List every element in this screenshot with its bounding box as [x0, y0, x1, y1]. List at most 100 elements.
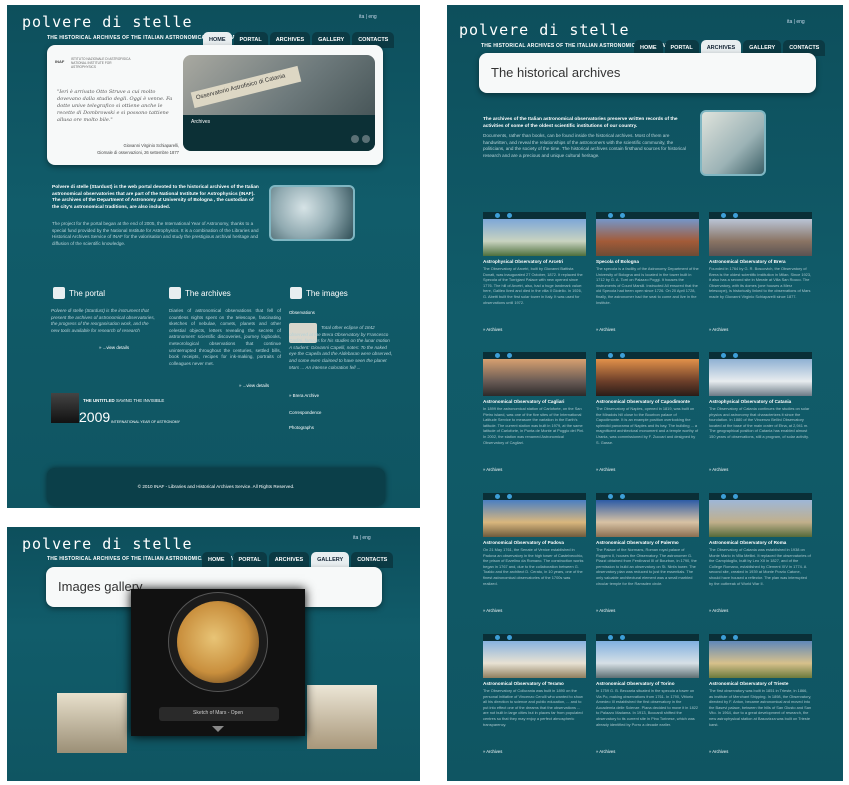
- observatory-description: The Palace of the Normans, Roman royal p…: [596, 547, 697, 586]
- observatory-card[interactable]: Astronomical Observatory of Roma The Obse…: [709, 493, 812, 613]
- brera-archive-link[interactable]: » Brera Archive: [289, 393, 319, 398]
- observatory-card[interactable]: Astrophysical Observatory of Catania The …: [709, 352, 812, 472]
- observatory-archives-link[interactable]: » Archives: [709, 749, 812, 754]
- home-page-screenshot: polvere di stelle THE HISTORICAL ARCHIVE…: [7, 5, 420, 508]
- observatory-card[interactable]: Astronomical Observatory of Brera Founded…: [709, 212, 812, 332]
- observatory-title[interactable]: Specola of Bologna: [596, 259, 699, 264]
- observatory-title[interactable]: Astronomical Observatory of Capodimonte: [596, 399, 699, 404]
- observatory-card[interactable]: Astronomical Observatory of Torino In 175…: [596, 634, 699, 754]
- book-left-image[interactable]: [57, 693, 127, 753]
- observatory-title[interactable]: Astronomical Observatory of Palermo: [596, 540, 699, 545]
- observatory-archives-link[interactable]: » Archives: [709, 467, 812, 472]
- lang-eng[interactable]: eng: [368, 14, 376, 20]
- star-icon: [721, 494, 726, 499]
- observatory-card[interactable]: Astronomical Observatory of Capodimonte T…: [596, 352, 699, 472]
- hero-slide[interactable]: Osservatorio Astrofisico di Catania Arch…: [183, 55, 375, 151]
- observatory-card[interactable]: Astronomical Observatory of Trieste The f…: [709, 634, 812, 754]
- observatory-archives-link[interactable]: » Archives: [596, 467, 699, 472]
- images-observations[interactable]: Observations: [289, 310, 315, 315]
- observatory-photo[interactable]: [709, 500, 812, 537]
- observatory-photo[interactable]: [596, 359, 699, 396]
- mars-sketch-image[interactable]: [177, 601, 259, 683]
- archives-more-link[interactable]: » ...view details: [239, 383, 269, 388]
- card-icon-bar: [596, 212, 699, 219]
- archives-intro-photo: [700, 110, 766, 176]
- observatory-title[interactable]: Astronomical Observatory of Brera: [709, 259, 812, 264]
- chevron-down-icon[interactable]: [212, 726, 224, 732]
- observatory-card[interactable]: Astronomical Observatory of Teramo The Ob…: [483, 634, 586, 754]
- star-icon: [507, 494, 512, 499]
- observatory-archives-link[interactable]: » Archives: [596, 749, 699, 754]
- observatory-card[interactable]: Astronomical Observatory of Cagliari In 1…: [483, 352, 586, 472]
- observatory-photo[interactable]: [709, 359, 812, 396]
- nav-portal[interactable]: PORTAL: [232, 552, 267, 568]
- star-icon: [608, 635, 613, 640]
- nav-archives[interactable]: ARCHIVES: [268, 552, 310, 568]
- observatory-archives-link[interactable]: » Archives: [483, 749, 586, 754]
- nav-gallery[interactable]: GALLERY: [311, 552, 350, 568]
- star-icon: [608, 213, 613, 218]
- observatory-description: The Observatory of Naples, opened in 181…: [596, 406, 699, 445]
- lang-eng[interactable]: eng: [362, 535, 370, 541]
- year-2009[interactable]: 2009: [79, 409, 110, 425]
- correspondence-link[interactable]: Correspondence: [289, 410, 321, 415]
- observatory-card[interactable]: Astronomical Observatory of Padova On 21 …: [483, 493, 586, 613]
- images-title[interactable]: The images: [306, 289, 348, 298]
- archives-title[interactable]: The archives: [185, 289, 231, 298]
- archives-intro-text: Documents, rather than books, can be fou…: [483, 133, 686, 158]
- site-logo[interactable]: polvere di stelle: [459, 21, 630, 39]
- star-icon: [620, 635, 625, 640]
- gallery-title: Images gallery: [58, 579, 143, 594]
- observatory-photo[interactable]: [709, 219, 812, 256]
- observatory-archives-link[interactable]: » Archives: [709, 608, 812, 613]
- nav-contacts[interactable]: CONTACTS: [351, 552, 394, 568]
- observatory-title[interactable]: Astronomical Observatory of Torino: [596, 681, 699, 686]
- book-right-image[interactable]: [307, 685, 377, 749]
- slide-prev-icon[interactable]: [351, 135, 359, 143]
- lang-ita[interactable]: ita: [359, 14, 364, 20]
- footer: © 2010 INAF - Libraries and Historical A…: [47, 468, 385, 506]
- observatory-title[interactable]: Astronomical Observatory of Teramo: [483, 681, 586, 686]
- untitled-logo[interactable]: [51, 393, 79, 423]
- observatory-title[interactable]: Astronomical Observatory of Padova: [483, 540, 586, 545]
- nav-home[interactable]: HOME: [202, 552, 231, 568]
- observatory-archives-link[interactable]: » Archives: [596, 608, 699, 613]
- observatory-photo[interactable]: [483, 500, 586, 537]
- portal-title[interactable]: The portal: [69, 289, 105, 298]
- observatory-photo[interactable]: [483, 219, 586, 256]
- observatory-archives-link[interactable]: » Archives: [483, 608, 586, 613]
- lang-ita[interactable]: ita: [787, 19, 792, 25]
- observatory-title[interactable]: Astronomical Observatory of Cagliari: [483, 399, 586, 404]
- photographs-link[interactable]: Photographs: [289, 425, 314, 430]
- observatory-title[interactable]: Astronomical Observatory of Roma: [709, 540, 812, 545]
- lang-eng[interactable]: eng: [796, 19, 804, 25]
- lang-ita[interactable]: ita: [353, 535, 358, 541]
- observatory-archives-link[interactable]: » Archives: [483, 467, 586, 472]
- images-text: Total other eclipse of 1842 observed at …: [289, 325, 393, 370]
- observatory-photo[interactable]: [709, 641, 812, 678]
- observatory-card[interactable]: Astrophysical Observatory of Arcetri The …: [483, 212, 586, 332]
- card-icon-bar: [596, 634, 699, 641]
- site-logo[interactable]: polvere di stelle: [22, 535, 193, 553]
- site-logo[interactable]: polvere di stelle: [22, 13, 193, 31]
- observatory-photo[interactable]: [596, 500, 699, 537]
- observatory-photo[interactable]: [483, 359, 586, 396]
- observatory-title[interactable]: Astrophysical Observatory of Arcetri: [483, 259, 586, 264]
- observatory-photo[interactable]: [596, 641, 699, 678]
- observatory-title[interactable]: Astrophysical Observatory of Catania: [709, 399, 812, 404]
- slide-next-icon[interactable]: [362, 135, 370, 143]
- star-icon: [733, 353, 738, 358]
- observatory-archives-link[interactable]: » Archives: [709, 327, 812, 332]
- observatory-archives-link[interactable]: » Archives: [596, 327, 699, 332]
- observatory-photo[interactable]: [596, 219, 699, 256]
- star-icon: [733, 635, 738, 640]
- observatory-card[interactable]: Astronomical Observatory of Palermo The P…: [596, 493, 699, 613]
- observatory-photo[interactable]: [483, 641, 586, 678]
- gallery-lightbox[interactable]: Sketch of Mars - Open: [131, 589, 305, 736]
- observatory-description: In 1899 the astronomical station of Carl…: [483, 406, 585, 445]
- card-icon-bar: [596, 493, 699, 500]
- portal-more-link[interactable]: » ...view details: [99, 345, 129, 350]
- observatory-archives-link[interactable]: » Archives: [483, 327, 586, 332]
- observatory-title[interactable]: Astronomical Observatory of Trieste: [709, 681, 812, 686]
- observatory-card[interactable]: Specola of Bologna The specola is a facil…: [596, 212, 699, 332]
